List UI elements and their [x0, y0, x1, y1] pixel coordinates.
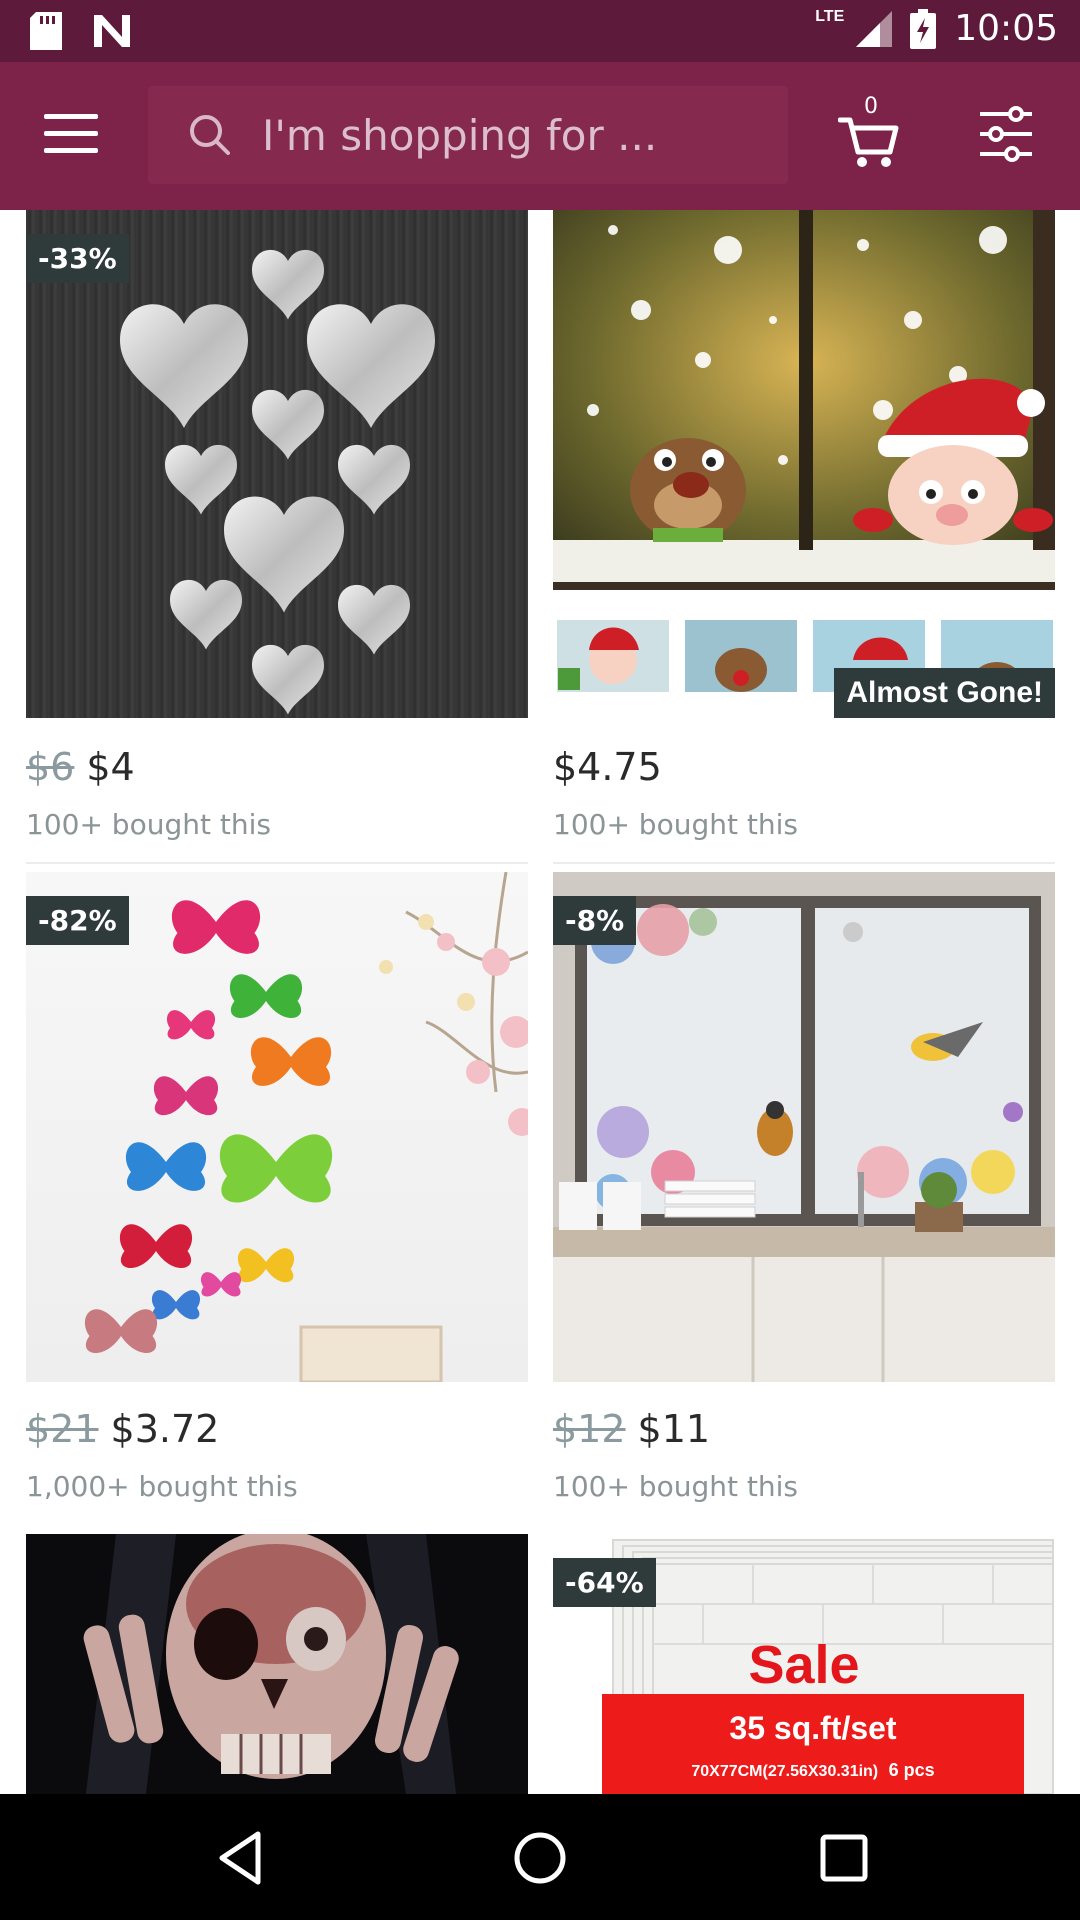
product-card[interactable] [26, 1534, 528, 1794]
filter-icon [980, 106, 1032, 162]
bought-count: 100+ bought this [26, 808, 271, 841]
product-card[interactable]: -33% $6 $4 100+ bought this [26, 210, 528, 870]
product-image[interactable] [26, 1534, 528, 1794]
sale-price: $3.72 [110, 1407, 220, 1451]
price: $21 $3.72 [26, 1407, 219, 1451]
christmas-window-stickers-image [553, 210, 1055, 698]
product-card[interactable]: -82% $21 $3.72 1,000+ bought this [26, 872, 528, 1532]
sale-coverage: 35 sq.ft/set [729, 1710, 897, 1746]
signal-icon [856, 10, 893, 47]
floral-window-film-image [553, 872, 1055, 1382]
original-price: $21 [26, 1407, 99, 1451]
status-bar: LTE 10:05 [0, 0, 1080, 62]
search-input[interactable] [262, 110, 762, 160]
heart-mirror-stickers-image [120, 249, 435, 715]
butterfly-wall-stickers-image [84, 872, 528, 1382]
reindeer-sticker [630, 438, 746, 542]
product-feed[interactable]: -33% $6 $4 100+ bought this Almost Gone!… [0, 210, 1080, 1794]
discount-badge: -82% [26, 896, 129, 945]
cart-count: 0 [864, 94, 878, 119]
n-notification-icon [94, 15, 130, 47]
search-icon [190, 115, 230, 155]
back-button[interactable] [210, 1828, 270, 1888]
discount-badge: -33% [26, 234, 129, 283]
product-image[interactable]: -64% Sale 35 sq.ft/set 70X77CM(27.56X30.… [553, 1534, 1055, 1794]
home-icon [514, 1832, 566, 1884]
sale-price: $11 [637, 1407, 711, 1451]
network-type: LTE [815, 7, 845, 25]
system-nav-bar [0, 1794, 1080, 1920]
product-card[interactable]: -8% $12 $11 100+ bought this [553, 872, 1055, 1532]
divider [553, 862, 1055, 864]
skull-wall-decal-image [26, 1534, 528, 1794]
sale-price: $4.75 [553, 745, 662, 789]
product-image[interactable]: -33% [26, 210, 528, 718]
divider [26, 862, 528, 864]
price: $4.75 [553, 745, 662, 789]
product-card[interactable]: -64% Sale 35 sq.ft/set 70X77CM(27.56X30.… [553, 1534, 1055, 1794]
bought-count: 1,000+ bought this [26, 1470, 298, 1503]
cart-button[interactable]: 0 [837, 94, 902, 170]
filter-button[interactable] [978, 106, 1034, 162]
bought-count: 100+ bought this [553, 1470, 798, 1503]
almost-gone-tag: Almost Gone! [834, 668, 1055, 718]
back-icon [219, 1831, 261, 1885]
search-bar[interactable] [148, 86, 788, 184]
sale-title: Sale [748, 1635, 860, 1695]
sale-dimensions: 70X77CM(27.56X30.31in) [691, 1763, 879, 1780]
product-card[interactable]: Almost Gone! $4.75 100+ bought this [553, 210, 1055, 870]
home-button[interactable] [510, 1828, 570, 1888]
original-price: $12 [553, 1407, 626, 1451]
app-bar: 0 [0, 62, 1080, 210]
product-image[interactable]: Almost Gone! [553, 210, 1055, 718]
menu-button[interactable] [44, 114, 98, 158]
recents-button[interactable] [814, 1828, 874, 1888]
price: $6 $4 [26, 745, 135, 789]
sale-pieces: 6 pcs [888, 1760, 935, 1780]
recents-icon [820, 1834, 868, 1882]
battery-charging-icon [910, 8, 937, 49]
discount-badge: -64% [553, 1558, 656, 1607]
product-image[interactable]: -8% [553, 872, 1055, 1382]
clock: 10:05 [954, 8, 1058, 49]
menu-icon [44, 114, 98, 119]
price: $12 $11 [553, 1407, 710, 1451]
original-price: $6 [26, 745, 75, 789]
product-image[interactable]: -82% [26, 872, 528, 1382]
discount-badge: -8% [553, 896, 637, 945]
sale-spec: 70X77CM(27.56X30.31in) 6 pcs [602, 1760, 1024, 1781]
sale-price: $4 [86, 745, 135, 789]
sd-card-icon [30, 12, 62, 50]
bought-count: 100+ bought this [553, 808, 798, 841]
